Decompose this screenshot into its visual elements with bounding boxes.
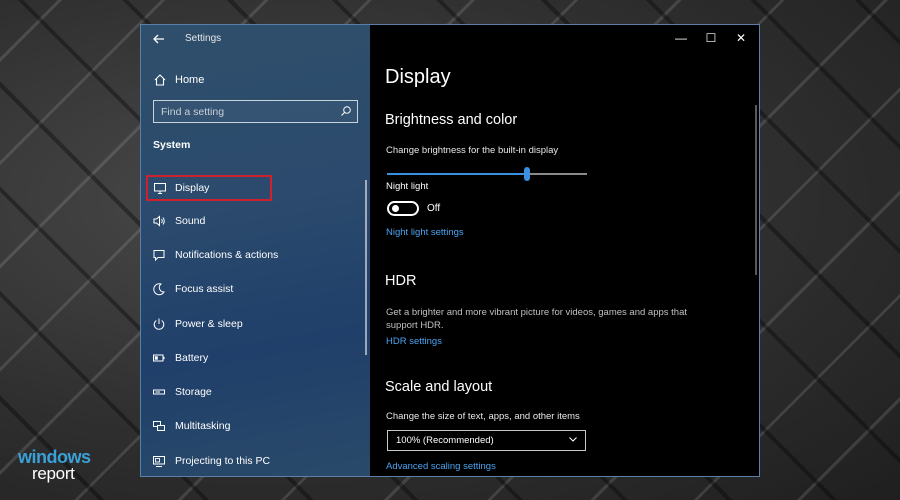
sidebar-item-display[interactable]: Display xyxy=(146,175,272,201)
watermark-logo: windows report xyxy=(18,448,108,488)
brightness-slider[interactable] xyxy=(387,167,587,181)
sidebar-item-power-sleep[interactable]: Power & sleep xyxy=(145,311,367,337)
slider-thumb[interactable] xyxy=(524,167,530,181)
sidebar-item-label: Storage xyxy=(175,386,212,398)
hdr-heading: HDR xyxy=(385,273,417,289)
home-label: Home xyxy=(175,74,205,86)
sidebar-item-label: Focus assist xyxy=(175,283,234,295)
power-icon xyxy=(153,318,165,330)
sidebar-item-focus-assist[interactable]: Focus assist xyxy=(145,276,367,302)
projecting-icon xyxy=(153,456,165,467)
sidebar-item-label: Notifications & actions xyxy=(175,249,279,261)
sidebar: Settings Home System Display Sound Notif… xyxy=(141,25,370,476)
search-icon[interactable] xyxy=(340,105,352,117)
battery-icon xyxy=(153,354,165,362)
sidebar-item-notifications[interactable]: Notifications & actions xyxy=(145,242,367,268)
brightness-slider-label: Change brightness for the built-in displ… xyxy=(386,145,559,156)
back-arrow-icon xyxy=(153,34,164,44)
close-button[interactable]: ✕ xyxy=(726,27,756,49)
sidebar-item-projecting[interactable]: Projecting to this PC xyxy=(145,448,367,474)
search-box[interactable] xyxy=(153,100,358,123)
sidebar-item-label: Display xyxy=(175,182,210,194)
speaker-icon xyxy=(153,215,165,227)
search-input[interactable] xyxy=(154,101,334,122)
moon-icon xyxy=(153,283,165,296)
maximize-button[interactable]: ☐ xyxy=(696,27,726,49)
sidebar-item-multitasking[interactable]: Multitasking xyxy=(145,413,367,439)
scale-dropdown-value: 100% (Recommended) xyxy=(396,435,494,446)
scale-heading: Scale and layout xyxy=(385,379,493,395)
hdr-description: Get a brighter and more vibrant picture … xyxy=(386,307,687,331)
sidebar-item-battery[interactable]: Battery xyxy=(145,345,367,371)
night-light-state: Off xyxy=(427,203,441,214)
sidebar-item-label: Projecting to this PC xyxy=(175,455,271,467)
sidebar-item-label: Multitasking xyxy=(175,420,231,432)
settings-window: Settings Home System Display Sound Notif… xyxy=(140,24,760,477)
monitor-icon xyxy=(154,183,166,194)
advanced-scaling-link[interactable]: Advanced scaling settings xyxy=(386,461,496,472)
brightness-heading: Brightness and color xyxy=(385,112,518,128)
home-icon xyxy=(154,74,166,86)
sidebar-scrollbar[interactable] xyxy=(365,180,367,355)
hdr-settings-link[interactable]: HDR settings xyxy=(386,336,442,347)
main-content: — ☐ ✕ Display Brightness and color Chang… xyxy=(370,25,759,476)
title-bar: Settings xyxy=(141,25,370,53)
page-title: Display xyxy=(385,66,451,88)
watermark-line2: report xyxy=(32,464,75,483)
home-link[interactable]: Home xyxy=(151,71,361,93)
scale-dropdown[interactable]: 100% (Recommended) xyxy=(387,430,586,451)
sidebar-item-label: Power & sleep xyxy=(175,318,243,330)
sidebar-item-storage[interactable]: Storage xyxy=(145,379,367,405)
multitasking-icon xyxy=(153,421,165,431)
app-title: Settings xyxy=(185,33,222,44)
sidebar-item-sound[interactable]: Sound xyxy=(145,208,367,234)
night-light-toggle[interactable] xyxy=(387,201,419,216)
slider-fill xyxy=(387,173,527,175)
night-light-settings-link[interactable]: Night light settings xyxy=(386,227,464,238)
toggle-knob xyxy=(392,205,399,212)
sidebar-item-label: Battery xyxy=(175,352,209,364)
section-heading: System xyxy=(153,139,191,151)
storage-icon xyxy=(153,389,165,395)
scale-label: Change the size of text, apps, and other… xyxy=(386,411,580,422)
main-scrollbar[interactable] xyxy=(755,105,757,275)
chevron-down-icon xyxy=(569,437,577,442)
sidebar-item-label: Sound xyxy=(175,215,206,227)
minimize-button[interactable]: — xyxy=(666,27,696,49)
notification-icon xyxy=(153,250,165,262)
slider-track xyxy=(527,173,587,175)
back-button[interactable] xyxy=(149,29,169,49)
night-light-label: Night light xyxy=(386,181,429,192)
